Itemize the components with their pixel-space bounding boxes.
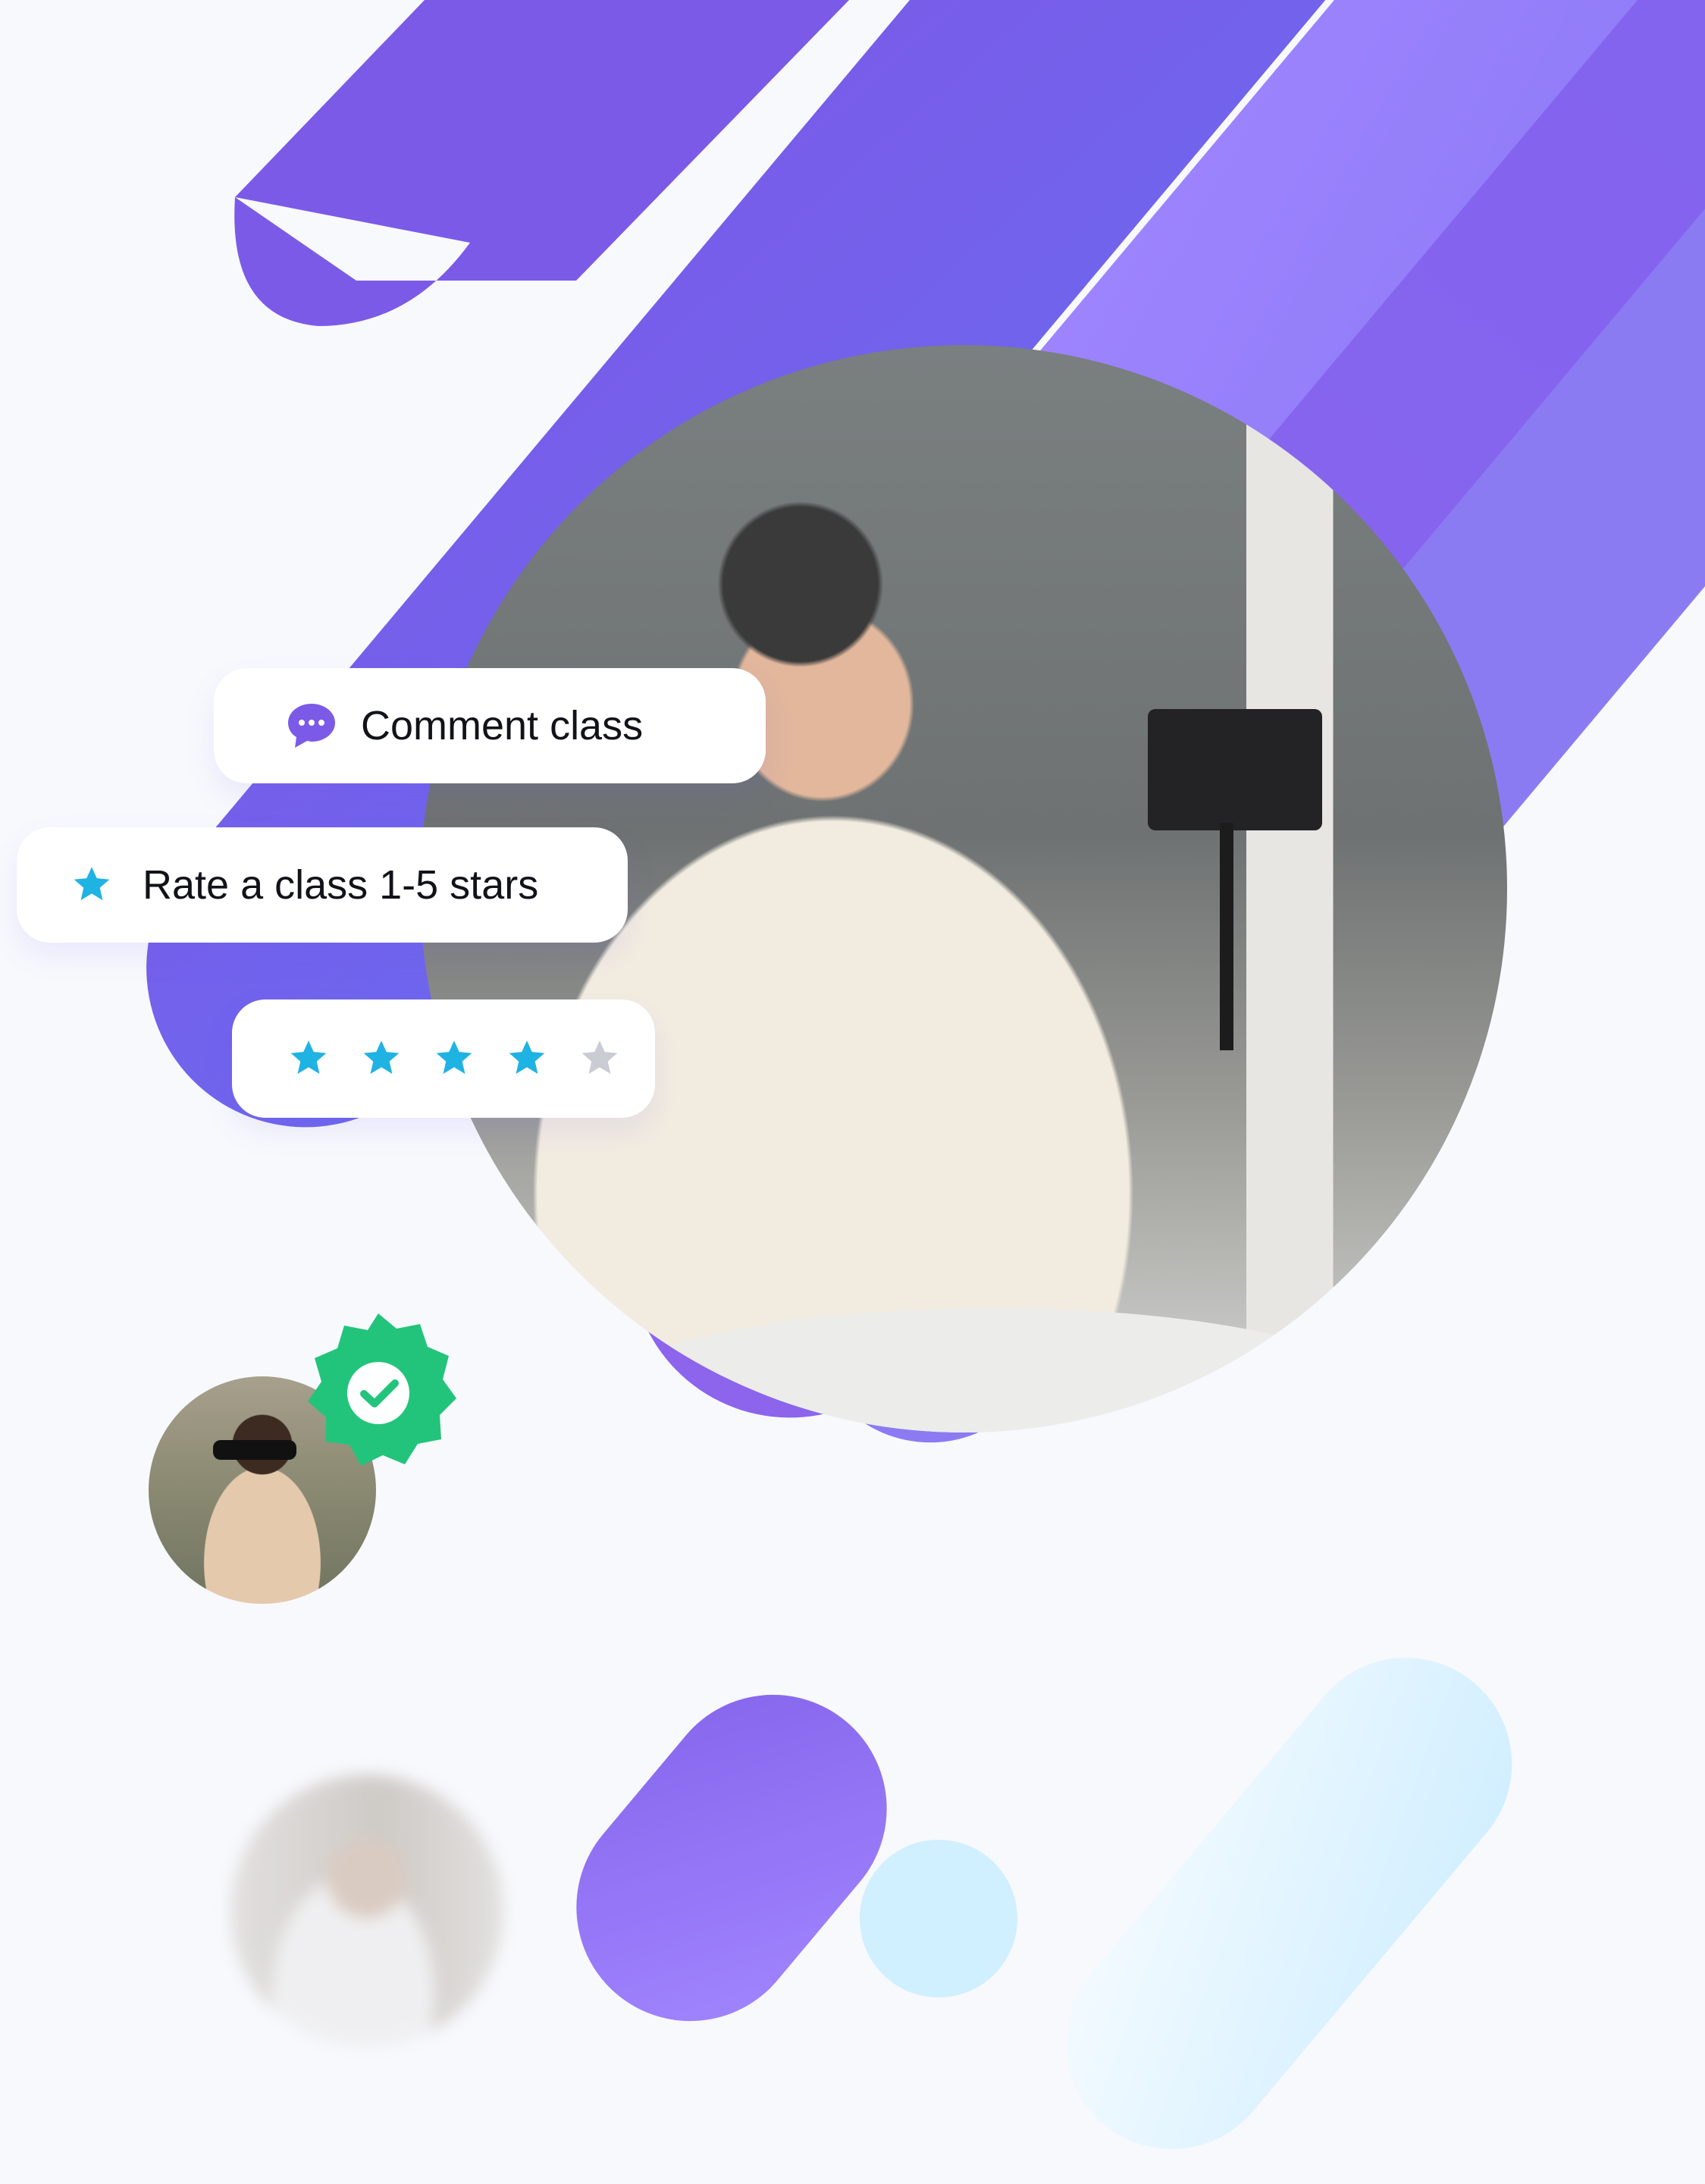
star-filled-icon[interactable] [287,1037,331,1080]
light-blue-dot [860,1840,1017,1997]
light-blue-capsule [1065,1658,1512,2149]
star-filled-icon[interactable] [432,1037,476,1080]
tripod-leg [1220,823,1233,1050]
star-icon [74,867,110,901]
star-filled-icon[interactable] [505,1037,549,1080]
star-rating-widget[interactable] [232,999,655,1118]
rating-stars [287,1037,622,1080]
comment-class-button[interactable]: Comment class [214,668,766,783]
rate-class-button[interactable]: Rate a class 1-5 stars [17,827,628,943]
table [594,1308,1390,1432]
rate-class-label: Rate a class 1-5 stars [143,862,539,908]
phone-on-tripod [1148,709,1322,830]
verified-check-icon [308,1313,456,1466]
chat-bubble-icon [288,704,335,748]
star-empty-icon[interactable] [578,1037,622,1080]
small-purple-capsule [576,1694,887,2022]
star-filled-icon[interactable] [359,1037,403,1080]
blurred-avatar [230,1774,503,2048]
comment-class-label: Comment class [361,703,644,748]
sunglasses [213,1440,296,1460]
